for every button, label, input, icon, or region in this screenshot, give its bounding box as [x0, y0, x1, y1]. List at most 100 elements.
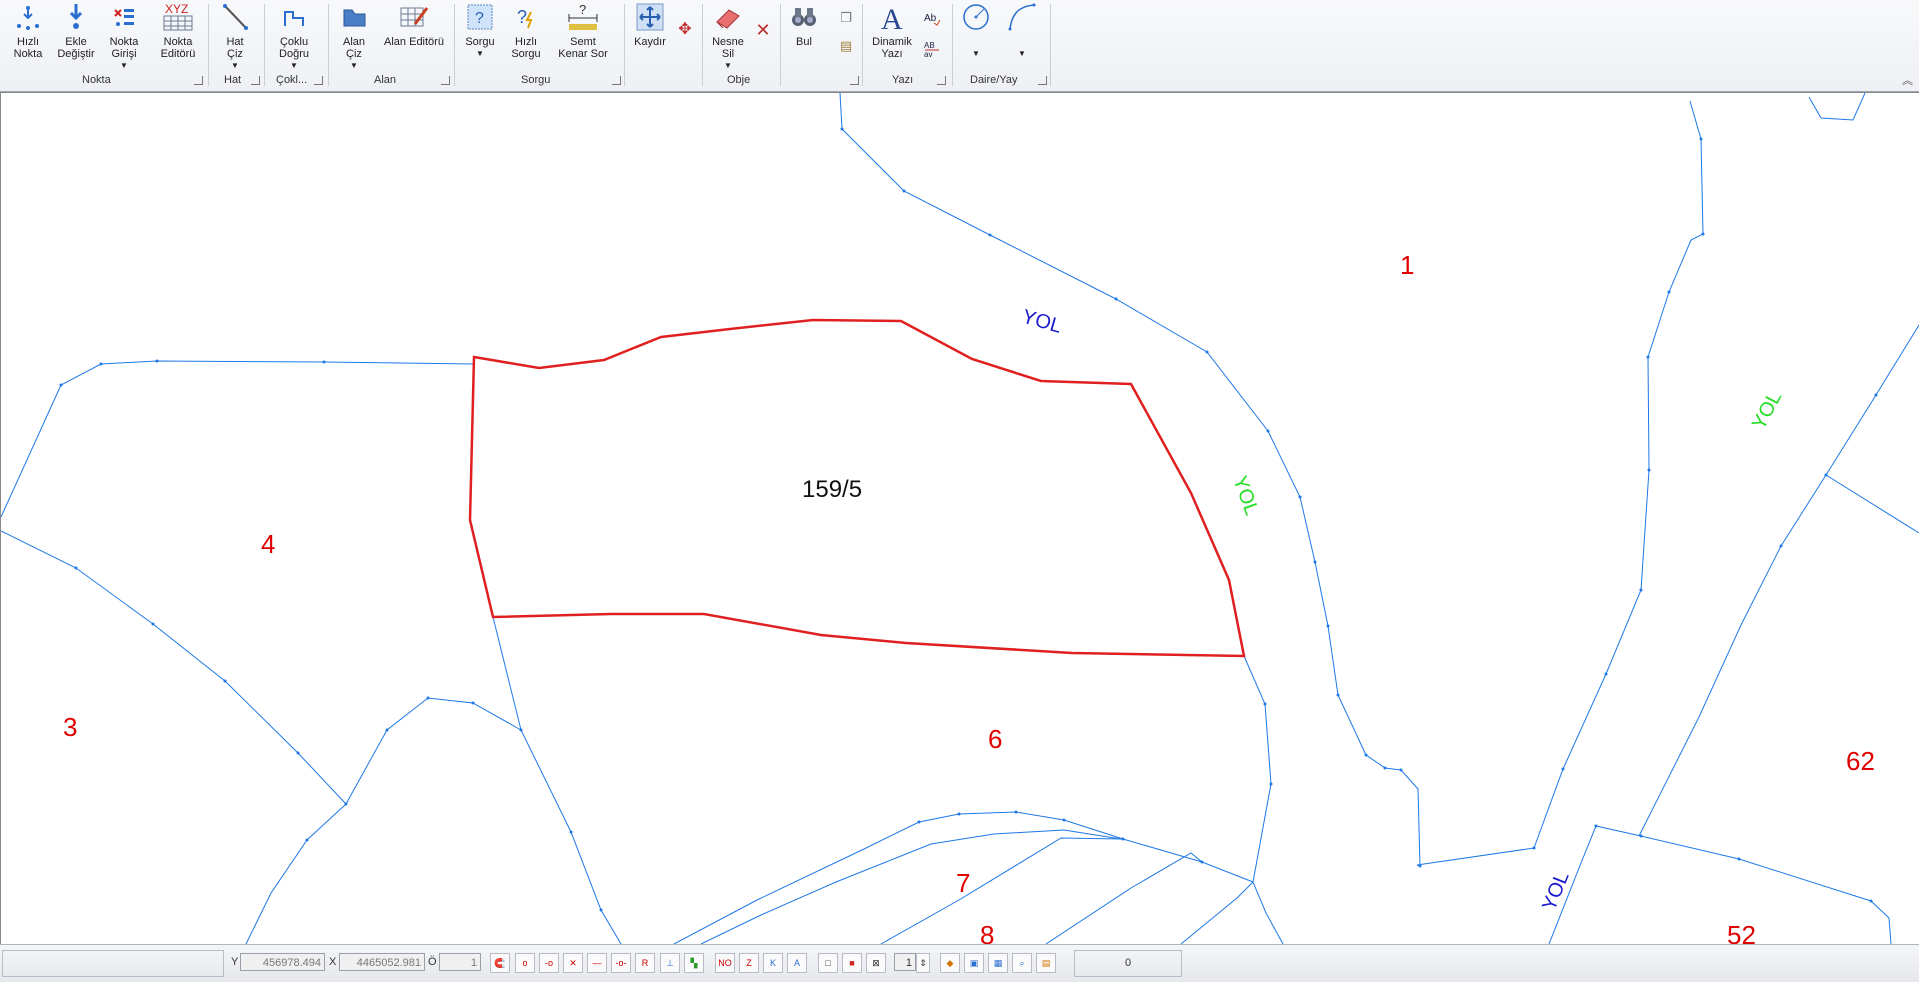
delete-button[interactable]: ✕ — [753, 21, 773, 39]
nesne-sil-label2: Sil — [721, 48, 735, 60]
snap-z-icon[interactable]: Z — [739, 953, 759, 973]
layers-icon[interactable]: ◆ — [940, 953, 960, 973]
paste-button[interactable]: ▤ — [836, 39, 856, 52]
svg-text:?: ? — [475, 10, 484, 27]
yay-button[interactable]: ▼ — [1004, 2, 1040, 60]
kaydir-button[interactable]: Kaydır — [632, 2, 668, 48]
semt-kenar-sor-button[interactable]: ? Semt Kenar Sor — [552, 2, 614, 60]
chevron-down-icon: ▼ — [724, 61, 732, 70]
group-label-nokta: Nokta — [82, 74, 111, 86]
text-a-icon: A — [875, 2, 909, 32]
group-label-alan: Alan — [374, 74, 397, 86]
scale-field[interactable]: 1 — [894, 953, 916, 971]
nokta-editoru-button[interactable]: XYZ Nokta Editörü — [156, 2, 200, 60]
x-coordinate-label: X — [329, 956, 337, 968]
spell-check-button[interactable]: Ab — [920, 10, 944, 26]
snap-perpendicular-icon[interactable]: ⊥ — [660, 953, 680, 973]
square-filled-icon[interactable]: ■ — [842, 953, 862, 973]
group-launcher-icon[interactable] — [441, 76, 450, 85]
group-launcher-icon[interactable] — [194, 76, 203, 85]
status-bar: Y 456978.494 X 4465052.981 Ö 1 🧲 o -o ✕ … — [0, 944, 1919, 982]
ekle-degistir-button[interactable]: Ekle Değiştir — [56, 2, 96, 60]
count-field: 0 — [1074, 950, 1182, 977]
circle-icon — [959, 2, 993, 32]
dinamik-yazi-button[interactable]: A Dinamik Yazı — [870, 2, 914, 60]
chevron-down-icon: ▼ — [231, 61, 239, 70]
group-launcher-icon[interactable] — [1038, 76, 1047, 85]
alan-editoru-label1: Alan Editörü — [384, 36, 444, 48]
hizli-nokta-button[interactable]: Hızlı Nokta — [10, 2, 46, 60]
parcel-number-7: 7 — [956, 868, 970, 898]
road-label-yol: YOL — [1538, 869, 1573, 914]
text-replace-button[interactable]: AB av — [920, 40, 944, 58]
alan-editoru-button[interactable]: Alan Editörü — [384, 2, 444, 48]
nesne-sil-button[interactable]: Nesne Sil ▼ — [710, 2, 746, 72]
area-editor-icon — [397, 2, 431, 32]
alan-ciz-button[interactable]: Alan Çiz ▼ — [336, 2, 372, 72]
separator — [328, 4, 329, 86]
y-coordinate-field[interactable]: 456978.494 — [240, 953, 325, 971]
snap-point-icon[interactable]: o — [515, 953, 535, 973]
square-outline-icon[interactable]: □ — [818, 953, 838, 973]
copy-button[interactable]: ❐ — [836, 11, 856, 24]
binoculars-icon — [787, 2, 821, 32]
sorgu-label1: Sorgu — [465, 36, 495, 48]
group-launcher-icon[interactable] — [850, 76, 859, 85]
zoom-icon[interactable]: ⌕ — [1012, 953, 1032, 973]
road-label-yol: YOL — [1748, 388, 1786, 434]
arc-icon — [1005, 2, 1039, 32]
snap-k-icon[interactable]: K — [763, 953, 783, 973]
svg-text:A: A — [881, 3, 903, 32]
svg-text:?: ? — [579, 2, 586, 17]
sorgu-button[interactable]: ? Sorgu ▼ — [462, 2, 498, 60]
polyline-icon — [277, 2, 311, 32]
snap-radius-icon[interactable]: R — [635, 953, 655, 973]
snap-a-icon[interactable]: A — [787, 953, 807, 973]
o-label: Ö — [428, 956, 437, 968]
snap-intersection-icon[interactable]: ✕ — [563, 953, 583, 973]
ribbon-collapse-icon[interactable]: ︽ — [1902, 72, 1913, 88]
parcel-line — [1, 530, 347, 805]
snap-line-icon[interactable]: — — [587, 953, 607, 973]
y-coordinate-label: Y — [231, 956, 239, 968]
spinner-icon[interactable]: ⇕ — [916, 953, 930, 973]
image-icon[interactable]: ▣ — [964, 953, 984, 973]
group-launcher-icon[interactable] — [612, 76, 621, 85]
folder-icon[interactable]: ▤ — [1036, 953, 1056, 973]
magnet-icon[interactable]: 🧲 — [490, 953, 510, 973]
separator — [952, 4, 953, 86]
parcel-line — [1243, 655, 1284, 944]
group-launcher-icon[interactable] — [314, 76, 323, 85]
separator — [264, 4, 265, 86]
snap-number-icon[interactable]: NO — [715, 953, 735, 973]
bul-button[interactable]: Bul — [786, 2, 822, 48]
square-x-icon[interactable]: ⊠ — [866, 953, 886, 973]
snap-mid-icon[interactable]: -o- — [611, 953, 631, 973]
coklu-dogru-button[interactable]: Çoklu Doğru ▼ — [272, 2, 316, 72]
snap-area-icon[interactable]: ▚ — [684, 953, 704, 973]
parcel-line — [880, 837, 1123, 944]
hizli-sorgu-button[interactable]: ? Hızlı Sorgu — [508, 2, 544, 60]
group-launcher-icon[interactable] — [937, 76, 946, 85]
eraser-icon — [711, 2, 745, 32]
parcel-map[interactable]: 159/5 1 4 3 6 62 7 8 52 YOL YOL YOL YOL — [1, 93, 1919, 944]
dinamik-yazi-label1: Dinamik — [872, 36, 912, 48]
map-canvas[interactable]: 159/5 1 4 3 6 62 7 8 52 YOL YOL YOL YOL — [0, 92, 1919, 944]
move-small-button[interactable]: ✥ — [675, 22, 695, 38]
parcel-line — [1808, 93, 1866, 121]
kaydir-label1: Kaydır — [634, 36, 666, 48]
group-label-obje: Obje — [727, 74, 751, 86]
daire-button[interactable]: ▼ — [958, 2, 994, 60]
group-launcher-icon[interactable] — [251, 76, 260, 85]
snap-end-icon[interactable]: -o — [539, 953, 559, 973]
profile-icon[interactable]: ▦ — [988, 953, 1008, 973]
x-coordinate-field[interactable]: 4465052.981 — [339, 953, 425, 971]
query-icon: ? — [463, 2, 497, 32]
hat-ciz-button[interactable]: Hat Çiz ▼ — [217, 2, 253, 72]
semt-kenar-sor-label1: Semt — [570, 36, 596, 48]
separator — [454, 4, 455, 86]
svg-text:?: ? — [517, 7, 527, 27]
nokta-girisi-button[interactable]: Nokta Girişi ▼ — [106, 2, 142, 72]
parcel-number-62: 62 — [1846, 746, 1875, 776]
o-field[interactable]: 1 — [439, 953, 481, 971]
